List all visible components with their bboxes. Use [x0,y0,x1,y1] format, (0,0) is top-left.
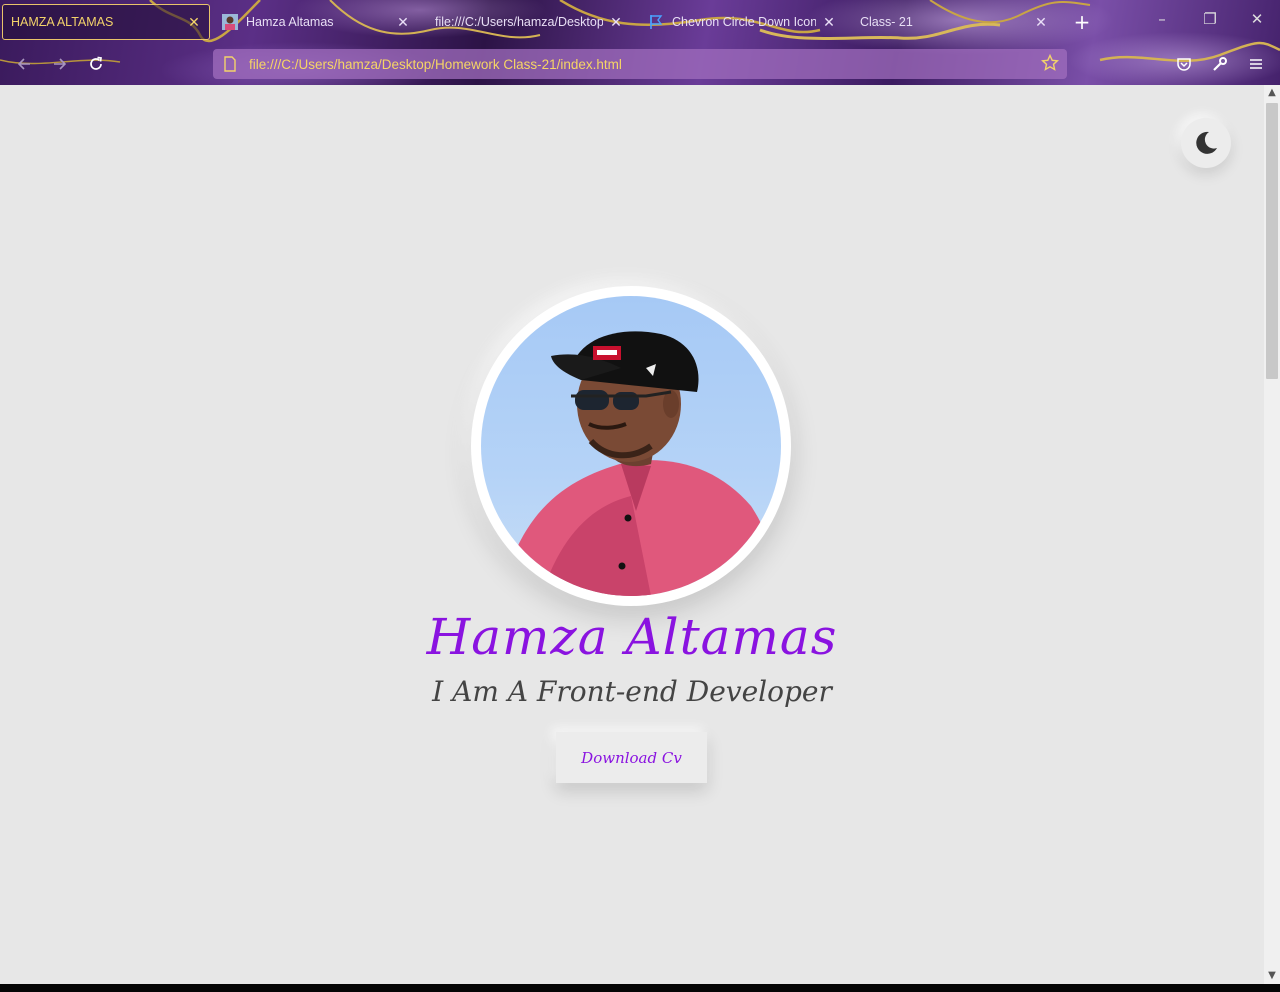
wrench-icon [1213,57,1227,71]
avatar [481,296,781,596]
download-cv-button[interactable]: Download Cv [556,732,707,783]
reload-icon [90,56,102,70]
close-tab-icon[interactable]: ✕ [1034,14,1048,31]
close-window-button[interactable]: ✕ [1247,10,1267,28]
page-icon [224,56,236,72]
close-tab-icon[interactable]: ✕ [396,14,410,31]
restore-button[interactable]: ❐ [1200,10,1220,28]
tab-title: Hamza Altamas [246,15,334,29]
back-button[interactable] [12,52,36,76]
profile-photo [501,331,781,596]
menu-button[interactable] [1244,52,1268,76]
reload-button[interactable] [84,52,108,76]
minimize-button[interactable]: – [1152,10,1172,28]
browser-chrome: HAMZA ALTAMAS ✕ Hamza Altamas ✕ file:///… [0,0,1280,85]
close-tab-icon[interactable]: ✕ [609,14,623,31]
tab-title: Chevron Circle Down Icon | F [672,15,816,29]
tab-hamza-altamas-active[interactable]: HAMZA ALTAMAS ✕ [2,4,210,40]
avatar-frame [471,286,791,606]
address-bar[interactable]: file:///C:/Users/hamza/Desktop/Homework … [213,49,1067,79]
arrow-right-icon [54,58,67,70]
nav-toolbar: file:///C:/Users/hamza/Desktop/Homework … [0,44,1280,85]
scrollbar-thumb[interactable] [1266,103,1278,379]
bottom-edge [0,984,1280,992]
bookmark-star-icon[interactable] [1041,54,1059,72]
page-title-name: Hamza Altamas [426,608,838,666]
pocket-icon [1177,58,1191,71]
new-tab-button[interactable]: + [1072,10,1092,34]
forward-button[interactable] [48,52,72,76]
page-viewport: Hamza Altamas I Am A Front-end Developer… [0,85,1264,984]
tab-title: file:///C:/Users/hamza/Desktop/ [435,15,603,29]
vertical-scrollbar[interactable]: ▲ ▼ [1264,85,1280,984]
arrow-left-icon [17,58,30,70]
close-tab-icon[interactable]: ✕ [187,14,201,31]
flag-favicon-icon [650,15,663,29]
moon-icon [1196,131,1217,154]
tab-chevron-icon[interactable]: Chevron Circle Down Icon | F ✕ [640,4,844,40]
scroll-down-icon[interactable]: ▼ [1264,968,1280,984]
tab-hamza-altamas[interactable]: Hamza Altamas ✕ [214,4,418,40]
theme-toggle-button[interactable] [1181,118,1231,168]
page-subtitle: I Am A Front-end Developer [432,675,832,708]
devtools-button[interactable] [1208,52,1232,76]
hamburger-menu-icon [1250,59,1262,69]
tab-file-local[interactable]: file:///C:/Users/hamza/Desktop/ ✕ [427,4,631,40]
pocket-button[interactable] [1172,52,1196,76]
tab-title: HAMZA ALTAMAS [11,15,114,29]
tab-title: Class- 21 [860,15,913,29]
close-tab-icon[interactable]: ✕ [822,14,836,31]
url-text: file:///C:/Users/hamza/Desktop/Homework … [249,56,622,72]
tab-strip: HAMZA ALTAMAS ✕ Hamza Altamas ✕ file:///… [0,0,1280,44]
tab-class-21[interactable]: Class- 21 ✕ [852,4,1056,40]
scroll-up-icon[interactable]: ▲ [1264,85,1280,101]
profile-favicon-icon [222,14,238,30]
